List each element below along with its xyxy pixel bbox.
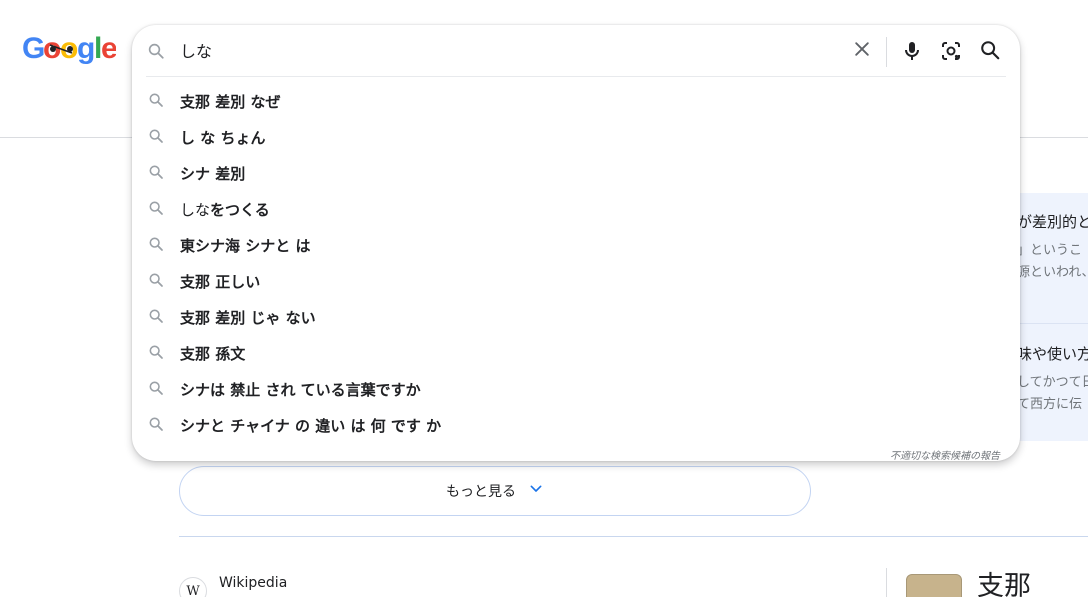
svg-text:e: e xyxy=(101,32,116,65)
suggestion-completion: をつくる xyxy=(210,201,270,219)
suggestion-completion: し な ちょん xyxy=(180,129,266,147)
svg-text:G: G xyxy=(22,32,45,65)
suggestion-text: 支那 差別 じゃ ない xyxy=(180,307,316,328)
related-question-1-snippet: 」というこ xyxy=(1017,243,1083,258)
suggestion-completion: シナは 禁止 され ている言葉ですか xyxy=(180,381,421,399)
suggestion-completion: シナと チャイナ の 違い は 何 です か xyxy=(180,417,442,435)
knowledge-panel-title: 支那 xyxy=(977,571,1031,597)
search-input-row xyxy=(132,25,1020,75)
suggestion-item[interactable]: 支那 正しい xyxy=(132,262,1020,298)
suggestion-text: シナ 差別 xyxy=(180,163,245,184)
input-divider xyxy=(146,76,1006,77)
show-more-button[interactable]: もっと見る xyxy=(179,466,811,516)
search-icon xyxy=(148,308,164,328)
suggestion-completion: シナ 差別 xyxy=(180,165,246,183)
search-icon xyxy=(148,344,164,364)
search-icon xyxy=(148,200,164,220)
wikipedia-favicon-icon: W xyxy=(179,577,207,597)
suggestion-item[interactable]: し な ちょん xyxy=(132,118,1020,154)
suggestion-text: シナと チャイナ の 違い は 何 です か xyxy=(180,415,441,436)
voice-search-button[interactable] xyxy=(900,39,924,63)
section-divider xyxy=(179,536,1088,537)
result-source-name[interactable]: Wikipedia xyxy=(219,575,287,591)
search-icon xyxy=(148,128,164,148)
suggestion-item[interactable]: 支那 孫文 xyxy=(132,334,1020,370)
search-icon xyxy=(148,416,164,436)
report-suggestions-link[interactable]: 不適切な検索候補の報告 xyxy=(890,447,1000,462)
search-icon xyxy=(979,41,1001,65)
suggestion-item[interactable]: シナは 禁止 され ている言葉ですか xyxy=(132,370,1020,406)
suggestion-item[interactable]: シナ 差別 xyxy=(132,154,1020,190)
suggestion-item[interactable]: しなをつくる xyxy=(132,190,1020,226)
suggestion-text: しなをつくる xyxy=(180,199,270,220)
suggestion-completion: 支那 差別 なぜ xyxy=(180,93,281,111)
suggestion-item[interactable]: シナと チャイナ の 違い は 何 です か xyxy=(132,406,1020,442)
suggestion-text: 支那 孫文 xyxy=(180,343,245,364)
search-icon xyxy=(148,164,164,184)
related-question-2-snippet-2: て西方に伝 xyxy=(1017,397,1083,412)
image-search-button[interactable] xyxy=(939,39,963,63)
show-more-label: もっと見る xyxy=(446,484,516,500)
search-icon xyxy=(147,42,165,64)
suggestion-completion: 東シナ海 シナと は xyxy=(180,237,311,255)
close-icon xyxy=(852,39,872,63)
suggestion-text: シナは 禁止 され ている言葉ですか xyxy=(180,379,421,400)
search-icon xyxy=(148,272,164,292)
clear-search-button[interactable] xyxy=(850,39,874,63)
search-icon xyxy=(148,236,164,256)
suggestion-text: 東シナ海 シナと は xyxy=(180,235,310,256)
suggestion-item[interactable]: 東シナ海 シナと は xyxy=(132,226,1020,262)
search-icon xyxy=(148,380,164,400)
suggestion-completion: 支那 差別 じゃ ない xyxy=(180,309,316,327)
search-icon xyxy=(148,92,164,112)
suggestion-item[interactable]: 支那 差別 じゃ ない xyxy=(132,298,1020,334)
suggestion-typed-part: しな xyxy=(180,201,211,219)
related-question-1-title[interactable]: が差別的と xyxy=(1017,211,1088,232)
svg-text:g: g xyxy=(77,32,95,65)
camera-lens-icon xyxy=(939,42,963,67)
related-question-2-snippet: してかつて日 xyxy=(1017,375,1088,390)
knowledge-panel-map-image[interactable] xyxy=(906,574,962,597)
suggestion-text: 支那 正しい xyxy=(180,271,260,292)
suggestion-text: し な ちょん xyxy=(180,127,265,148)
google-logo[interactable]: G o o g l e xyxy=(22,30,118,66)
related-question-2-title[interactable]: 味や使い方 xyxy=(1017,343,1088,364)
suggestion-list: 支那 差別 なぜ し な ちょん シナ 差別 しなをつくる 東シナ海 シナと は… xyxy=(132,82,1020,442)
related-question-1-snippet-2: 源といわれ、 xyxy=(1017,265,1088,280)
suggestion-completion: 支那 孫文 xyxy=(180,345,246,363)
search-input[interactable] xyxy=(180,37,820,63)
wikipedia-favicon-letter: W xyxy=(186,583,200,597)
suggestion-text: 支那 差別 なぜ xyxy=(180,91,280,112)
knowledge-panel-divider xyxy=(886,568,887,597)
search-suggestions-box: 支那 差別 なぜ し な ちょん シナ 差別 しなをつくる 東シナ海 シナと は… xyxy=(132,25,1020,462)
microphone-icon xyxy=(900,42,924,67)
suggestion-item[interactable]: 支那 差別 なぜ xyxy=(132,82,1020,118)
suggestion-completion: 支那 正しい xyxy=(180,273,261,291)
input-actions-separator xyxy=(886,37,887,67)
chevron-down-icon xyxy=(528,481,544,501)
search-submit-button[interactable] xyxy=(979,39,1003,63)
